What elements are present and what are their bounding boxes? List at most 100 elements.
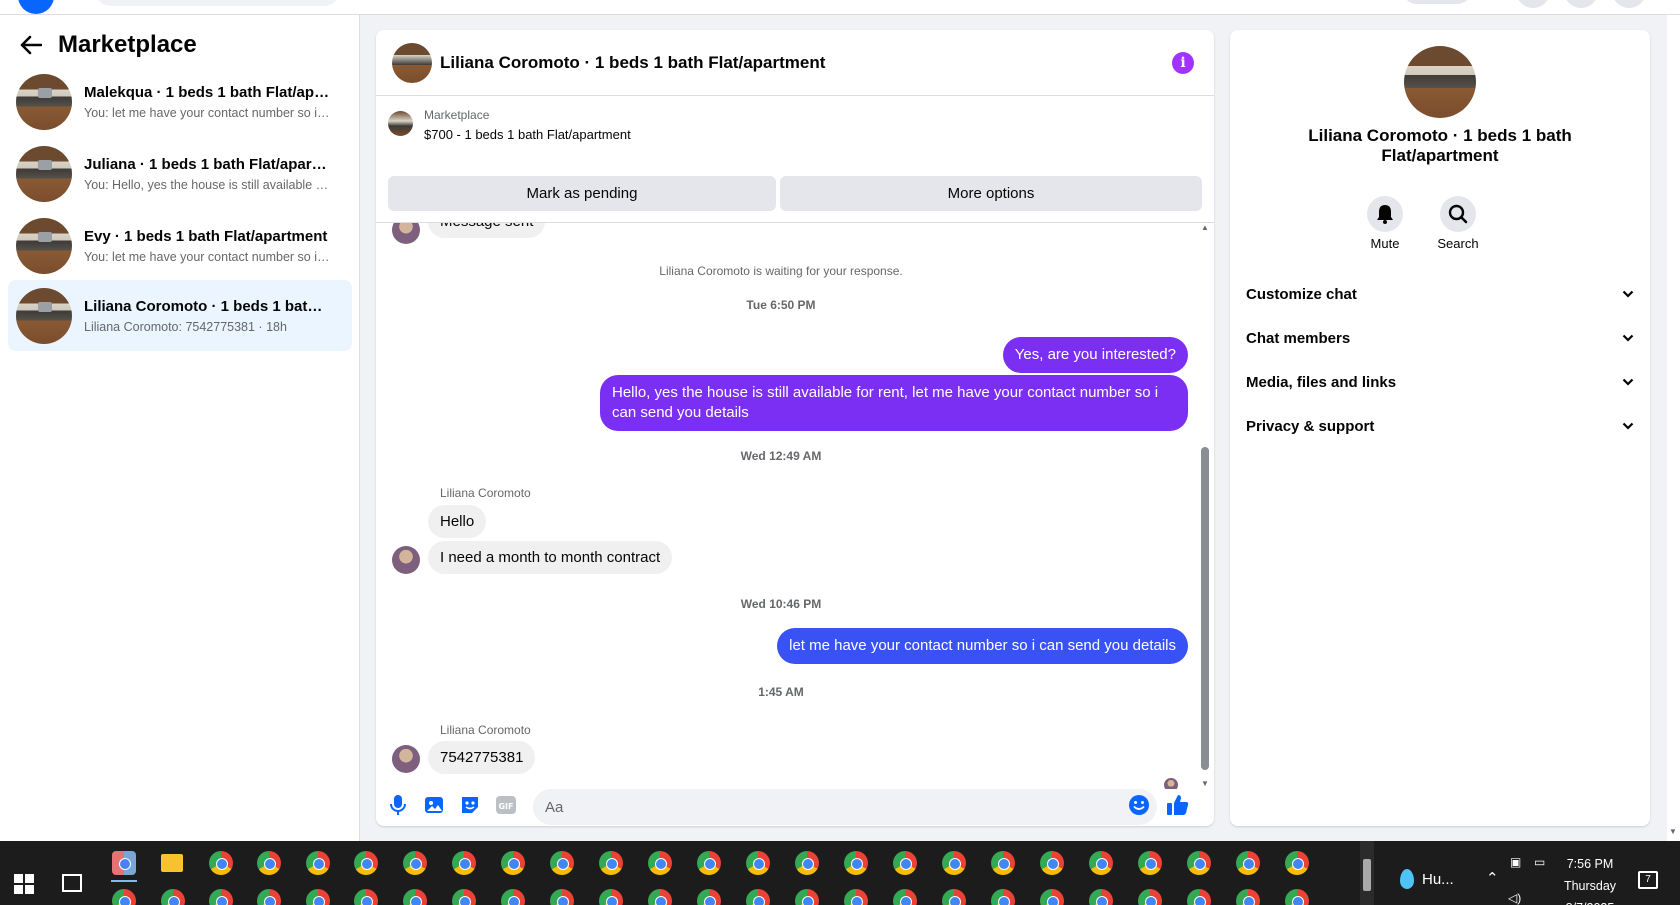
listing-thumbnail[interactable] (388, 111, 413, 136)
chrome-app-icon[interactable] (599, 851, 623, 875)
sticker-icon[interactable] (458, 793, 482, 817)
chrome-app-icon[interactable] (452, 851, 476, 875)
chrome-app-icon[interactable] (746, 851, 770, 875)
profile-listing-photo[interactable] (1404, 46, 1476, 118)
message-input[interactable] (533, 789, 1157, 825)
chrome-app-icon[interactable] (1040, 851, 1064, 875)
chrome-app-icon[interactable] (844, 851, 868, 875)
gif-icon[interactable]: GIF (494, 793, 518, 817)
message-scrollbar[interactable]: ▲ ▼ (1200, 223, 1209, 789)
chrome-app-icon[interactable] (697, 851, 721, 875)
humidity-drop-icon (1400, 869, 1414, 889)
conversation-item-juliana[interactable]: Juliana · 1 beds 1 bath Flat/apartment Y… (8, 138, 352, 209)
chat-title[interactable]: Liliana Coromoto · 1 beds 1 bath Flat/ap… (440, 53, 825, 73)
chrome-app-icon[interactable] (893, 889, 917, 905)
section-media-files-links[interactable]: Media, files and links (1246, 362, 1634, 402)
page-scrollbar[interactable]: ▼ (1667, 15, 1680, 841)
chrome-app-icon[interactable] (1187, 851, 1211, 875)
windows-start-icon[interactable] (14, 874, 34, 894)
chrome-app-icon[interactable] (209, 851, 233, 875)
chrome-app-icon[interactable] (991, 889, 1015, 905)
chrome-app-icon[interactable] (697, 889, 721, 905)
info-icon[interactable]: i (1172, 52, 1194, 74)
mute-button[interactable]: Mute (1355, 196, 1415, 251)
conversation-item-evy[interactable]: Evy · 1 beds 1 bath Flat/apartment You: … (8, 210, 352, 281)
taskbar-overflow-scrollbar[interactable] (1360, 841, 1374, 905)
chrome-app-icon[interactable] (354, 851, 378, 875)
chrome-app-icon[interactable] (403, 889, 427, 905)
conversation-item-liliana[interactable]: Liliana Coromoto · 1 beds 1 bath Flat/ap… (8, 280, 352, 351)
volume-icon[interactable]: ◁) (1508, 891, 1521, 905)
section-privacy-support[interactable]: Privacy & support (1246, 406, 1634, 446)
chrome-app-icon[interactable] (1138, 851, 1162, 875)
mark-as-pending-button[interactable]: Mark as pending (388, 176, 776, 211)
chrome-app-icon[interactable] (942, 851, 966, 875)
section-chat-members[interactable]: Chat members (1246, 318, 1634, 358)
chrome-app-icon[interactable] (1187, 889, 1211, 905)
weather-widget[interactable]: Hu... (1400, 869, 1454, 889)
chrome-app-icon[interactable] (1285, 889, 1309, 905)
chrome-app-icon[interactable] (795, 889, 819, 905)
facebook-logo-icon[interactable] (18, 0, 54, 14)
search-button[interactable]: Search (1428, 196, 1488, 251)
chrome-app-icon[interactable] (1236, 851, 1260, 875)
chat-avatar[interactable] (392, 42, 432, 83)
microphone-icon[interactable] (386, 793, 410, 817)
account-avatar[interactable] (1612, 0, 1646, 8)
chrome-app-icon[interactable] (893, 851, 917, 875)
listing-price[interactable]: $700 - 1 beds 1 bath Flat/apartment (424, 127, 631, 142)
chrome-app-icon[interactable] (1236, 889, 1260, 905)
notifications-icon[interactable] (1564, 0, 1598, 8)
thumbs-up-icon[interactable] (1166, 793, 1190, 817)
chrome-app-icon[interactable] (1089, 851, 1113, 875)
back-arrow-icon[interactable] (18, 32, 44, 58)
paint-app-icon[interactable] (112, 851, 136, 875)
scroll-up-icon[interactable]: ▲ (1200, 223, 1210, 233)
chrome-app-icon[interactable] (403, 851, 427, 875)
chrome-app-icon[interactable] (1089, 889, 1113, 905)
chrome-app-icon[interactable] (844, 889, 868, 905)
chrome-app-icon[interactable] (501, 851, 525, 875)
top-search-box[interactable] (95, 0, 340, 6)
chrome-app-icon[interactable] (746, 889, 770, 905)
chrome-app-icon[interactable] (648, 889, 672, 905)
chrome-app-icon[interactable] (1138, 889, 1162, 905)
chrome-app-icon[interactable] (501, 889, 525, 905)
chrome-app-icon[interactable] (648, 851, 672, 875)
file-explorer-icon[interactable] (161, 854, 183, 872)
chrome-app-icon[interactable] (209, 889, 233, 905)
show-hidden-icons-chevron-icon[interactable]: ⌃ (1486, 869, 1499, 887)
scroll-thumb[interactable] (1201, 447, 1209, 770)
chrome-app-icon[interactable] (991, 851, 1015, 875)
chrome-app-icon[interactable] (550, 889, 574, 905)
chrome-app-icon[interactable] (1285, 851, 1309, 875)
section-customize-chat[interactable]: Customize chat (1246, 274, 1634, 314)
menu-icon[interactable] (1516, 0, 1550, 8)
chrome-app-icon[interactable] (257, 851, 281, 875)
network-icon[interactable]: ▭ (1534, 855, 1545, 869)
system-clock[interactable]: 7:56 PM Thursday 8/7/2025 (1552, 853, 1628, 905)
photo-icon[interactable] (422, 793, 446, 817)
taskbar-scroll-thumb[interactable] (1363, 859, 1371, 891)
chrome-app-icon[interactable] (942, 889, 966, 905)
chrome-app-icon[interactable] (599, 889, 623, 905)
chrome-app-icon[interactable] (452, 889, 476, 905)
timestamp: Wed 12:49 AM (740, 449, 822, 463)
more-options-button[interactable]: More options (780, 176, 1202, 211)
page-scroll-down-icon[interactable]: ▼ (1669, 827, 1677, 836)
task-view-icon[interactable] (62, 874, 82, 892)
chrome-app-icon[interactable] (257, 889, 281, 905)
emoji-icon[interactable] (1127, 793, 1151, 817)
chrome-app-icon[interactable] (112, 889, 136, 905)
top-nav-pill[interactable] (1402, 0, 1472, 4)
notification-center-icon[interactable]: 7 (1638, 871, 1658, 889)
chrome-app-icon[interactable] (550, 851, 574, 875)
camera-icon[interactable]: ▣ (1510, 855, 1521, 869)
chrome-app-icon[interactable] (354, 889, 378, 905)
conversation-item-malekqua[interactable]: Malekqua · 1 beds 1 bath Flat/apartment … (8, 66, 352, 137)
chrome-app-icon[interactable] (795, 851, 819, 875)
chrome-app-icon[interactable] (306, 851, 330, 875)
chrome-app-icon[interactable] (1040, 889, 1064, 905)
chrome-app-icon[interactable] (306, 889, 330, 905)
chrome-app-icon[interactable] (161, 889, 185, 905)
